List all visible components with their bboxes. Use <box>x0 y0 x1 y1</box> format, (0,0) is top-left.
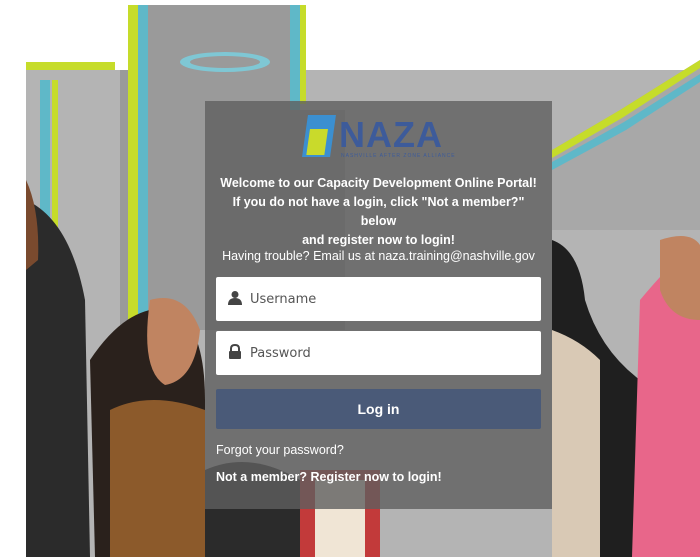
forgot-password-link[interactable]: Forgot your password? <box>216 443 344 457</box>
logo-text: NAZA <box>339 114 443 155</box>
logo-tagline: NASHVILLE AFTER ZONE ALLIANCE <box>341 153 456 159</box>
user-icon <box>228 291 242 305</box>
register-link[interactable]: Not a member? Register now to login! <box>216 470 442 484</box>
login-panel: NAZA NASHVILLE AFTER ZONE ALLIANCE Welco… <box>205 101 552 509</box>
welcome-message: Welcome to our Capacity Development Onli… <box>215 174 542 250</box>
welcome-line-2: If you do not have a login, click "Not a… <box>232 195 525 228</box>
logo-mark-icon <box>302 115 336 157</box>
welcome-line-3: and register now to login! <box>302 233 455 247</box>
username-input[interactable] <box>250 277 530 321</box>
password-field[interactable] <box>216 331 541 375</box>
lock-icon <box>229 344 241 359</box>
naza-logo: NAZA NASHVILLE AFTER ZONE ALLIANCE <box>302 113 456 161</box>
help-text: Having trouble? Email us at naza.trainin… <box>222 249 535 263</box>
login-button[interactable]: Log in <box>216 389 541 429</box>
password-input[interactable] <box>250 331 530 375</box>
username-field[interactable] <box>216 277 541 321</box>
welcome-line-1: Welcome to our Capacity Development Onli… <box>220 176 537 190</box>
